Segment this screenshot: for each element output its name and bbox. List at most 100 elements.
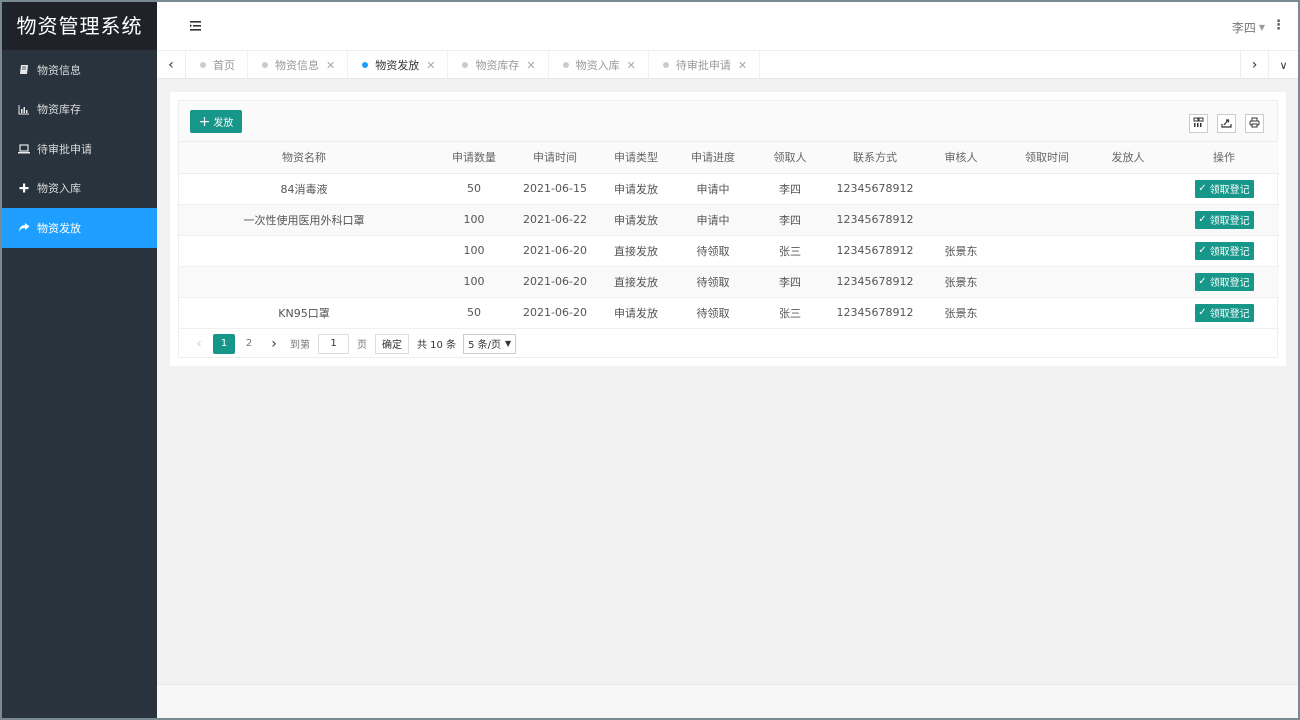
claim-register-button[interactable]: ✓ 领取登记: [1194, 179, 1254, 198]
sidebar-item-1[interactable]: 物资库存: [2, 90, 157, 130]
page-size-value: 5 条/页: [468, 340, 502, 351]
table-cell: 2021-06-22: [519, 204, 591, 236]
tab-label: 待审批申请: [675, 59, 731, 72]
column-header: 申请时间: [519, 142, 591, 174]
claim-register-button[interactable]: ✓ 领取登记: [1194, 210, 1254, 229]
table-cell: 待领取: [681, 297, 745, 329]
table-cell: [915, 173, 1007, 205]
bar-chart-icon: [18, 104, 30, 115]
edit-icon: ✓: [1198, 214, 1207, 225]
tab-0[interactable]: 首页: [186, 51, 248, 79]
page-size-select[interactable]: 5 条/页 ▼: [463, 333, 517, 354]
table-cell: 84消毒液: [179, 173, 429, 205]
claim-register-label: 领取登记: [1209, 185, 1250, 196]
close-icon[interactable]: ✕: [426, 59, 435, 72]
table-cell: [1007, 173, 1087, 205]
next-page-button[interactable]: ›: [263, 334, 285, 354]
more-icon[interactable]: ⋮: [1272, 18, 1285, 33]
table-row: 一次性使用医用外科口罩 100 2021-06-22 申请发放 申请中 李四 1234567…: [179, 204, 1279, 236]
edit-icon: ✓: [1198, 276, 1207, 287]
table-cell: 直接发放: [591, 266, 681, 298]
export-button[interactable]: [1217, 114, 1236, 133]
table-cell: 张景东: [915, 297, 1007, 329]
goto-confirm-button[interactable]: 确定: [375, 333, 409, 354]
goto-suffix: 页: [357, 340, 367, 351]
table-cell: [1087, 297, 1169, 329]
main-area: 李四 ▼ ⋮ ‹ 首页 物资信息 ✕ 物资发放 ✕ 物资库存 ✕ 物资入库 ✕ …: [157, 2, 1298, 718]
menu-toggle-icon[interactable]: [190, 20, 204, 32]
page-button[interactable]: 1: [213, 333, 235, 354]
close-icon[interactable]: ✕: [326, 59, 335, 72]
sidebar-item-label: 待审批申请: [37, 142, 92, 156]
chevron-down-icon: ∨: [1279, 58, 1288, 72]
table-cell: [179, 266, 429, 298]
table-cell: 100: [429, 266, 519, 298]
claim-register-button[interactable]: ✓ 领取登记: [1194, 241, 1254, 260]
sidebar-item-2[interactable]: 待审批申请: [2, 129, 157, 169]
add-issue-button[interactable]: + 发放: [190, 110, 242, 133]
table-cell: 李四: [745, 204, 835, 236]
plus-icon: [18, 183, 30, 193]
tab-5[interactable]: 待审批申请 ✕: [649, 51, 761, 79]
table-cell: [1087, 204, 1169, 236]
table-cell: 一次性使用医用外科口罩: [179, 204, 429, 236]
table-cell: 50: [429, 173, 519, 205]
tab-dot-icon: [262, 62, 268, 68]
tab-label: 首页: [213, 59, 235, 72]
chevron-down-icon: ▼: [505, 339, 512, 348]
book-icon: [18, 64, 30, 75]
tab-dot-icon: [662, 62, 669, 68]
grid-icon: [1193, 117, 1204, 131]
edit-icon: ✓: [1198, 307, 1207, 318]
sidebar-item-label: 物资库存: [37, 103, 81, 117]
close-icon[interactable]: ✕: [738, 59, 747, 72]
prev-page-button[interactable]: ‹: [188, 334, 210, 354]
user-name: 李四: [1231, 21, 1256, 35]
table-cell: 12345678912: [835, 173, 915, 205]
tab-1[interactable]: 物资信息 ✕: [248, 51, 349, 79]
table-cell: 100: [429, 204, 519, 236]
tab-label: 物资入库: [575, 59, 620, 72]
close-icon[interactable]: ✕: [526, 59, 535, 72]
add-issue-label: 发放: [213, 118, 234, 129]
table-cell: 申请发放: [591, 297, 681, 329]
tab-list: 首页 物资信息 ✕ 物资发放 ✕ 物资库存 ✕ 物资入库 ✕ 待审批申请 ✕: [186, 51, 1240, 79]
app-logo-title: 物资管理系统: [2, 2, 157, 50]
sidebar-item-3[interactable]: 物资入库: [2, 169, 157, 209]
tabs-prev-button[interactable]: ‹: [157, 51, 186, 79]
tab-2[interactable]: 物资发放 ✕: [348, 51, 449, 79]
columns-filter-button[interactable]: [1189, 114, 1208, 133]
table-row: 100 2021-06-20 直接发放 待领取 李四 12345678912 张景东 ✓ 领取登…: [179, 266, 1279, 298]
sidebar-item-4[interactable]: 物资发放: [2, 208, 157, 248]
tab-4[interactable]: 物资入库 ✕: [549, 51, 649, 79]
table-cell: 12345678912: [835, 266, 915, 298]
chevron-right-icon: ›: [1251, 57, 1258, 73]
table-cell: 12345678912: [835, 297, 915, 329]
table-cell-action: ✓ 领取登记: [1169, 266, 1279, 298]
claim-register-button[interactable]: ✓ 领取登记: [1194, 303, 1254, 322]
column-header: 领取人: [745, 142, 835, 174]
close-icon[interactable]: ✕: [627, 59, 636, 72]
user-menu[interactable]: 李四 ▼: [1232, 19, 1265, 36]
sidebar-item-0[interactable]: 物资信息: [2, 50, 157, 90]
pagination: ‹ 12 › 到第 1 页 确定 共 10 条 5 条/页 ▼: [179, 329, 1277, 359]
table-cell: 直接发放: [591, 235, 681, 267]
tabs-next-button[interactable]: ›: [1240, 51, 1269, 79]
table-cell: KN95口罩: [179, 297, 429, 329]
column-header: 发放人: [1087, 142, 1169, 174]
tabs-menu-button[interactable]: ∨: [1269, 51, 1298, 79]
table-cell: 申请发放: [591, 173, 681, 205]
table-cell-action: ✓ 领取登记: [1169, 297, 1279, 329]
print-button[interactable]: [1245, 114, 1264, 133]
page-button[interactable]: 2: [238, 334, 260, 354]
claim-register-label: 领取登记: [1209, 309, 1250, 320]
claim-register-button[interactable]: ✓ 领取登记: [1194, 272, 1254, 291]
tab-3[interactable]: 物资库存 ✕: [448, 51, 549, 79]
table-cell: 李四: [745, 266, 835, 298]
column-header: 操作: [1169, 142, 1279, 174]
chevron-left-icon: ‹: [168, 57, 174, 73]
table-cell-action: ✓ 领取登记: [1169, 204, 1279, 236]
tab-dot-icon: [362, 62, 369, 68]
column-header: 联系方式: [835, 142, 915, 174]
goto-page-input[interactable]: 1: [318, 333, 349, 354]
